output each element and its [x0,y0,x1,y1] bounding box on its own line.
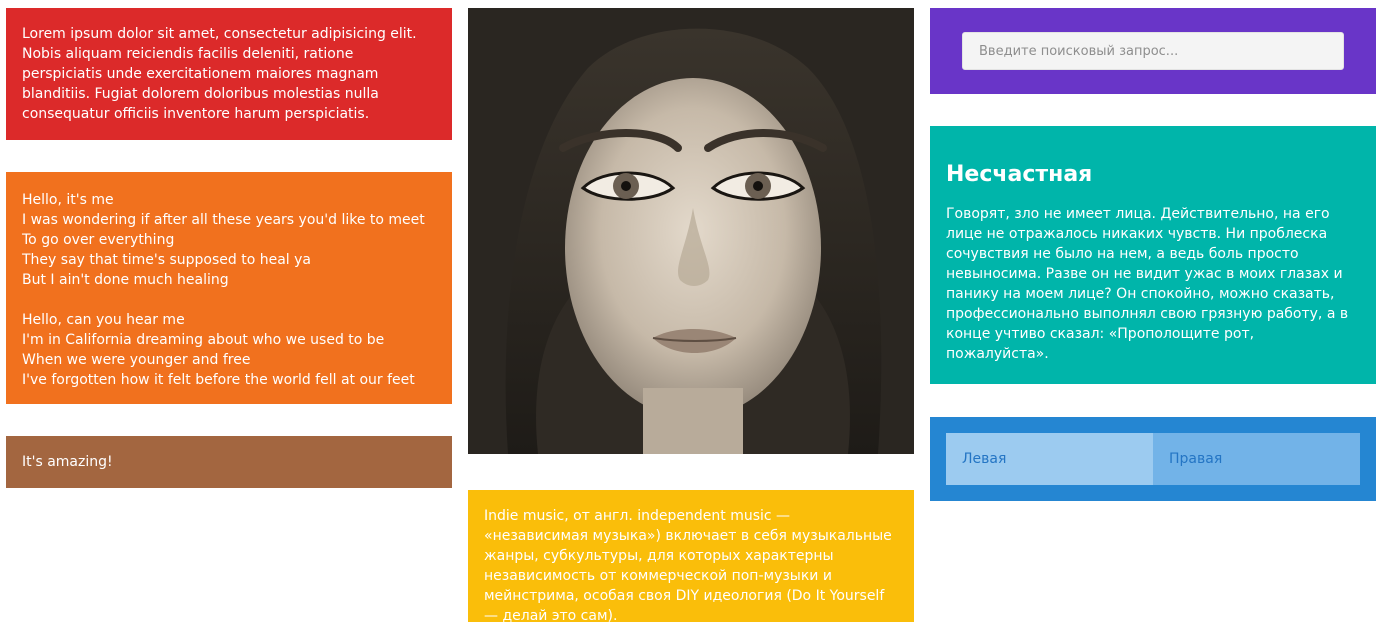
portrait-image [468,8,914,454]
lyrics-line: I've forgotten how it felt before the wo… [22,372,415,388]
lyrics-line: To go over everything [22,232,175,248]
story-card: Несчастная Говорят, зло не имеет лица. Д… [930,126,1376,384]
indie-text: Indie music, от англ. independent music … [484,508,892,624]
portrait-illustration [468,8,914,454]
split-card: Левая Правая [930,417,1376,501]
amazing-text: It's amazing! [22,454,113,470]
lyrics-line: I was wondering if after all these years… [22,212,425,228]
search-input[interactable] [962,32,1344,70]
lorem-text: Lorem ipsum dolor sit amet, consectetur … [22,26,417,122]
amazing-card: It's amazing! [6,436,452,488]
story-text: Говорят, зло не имеет лица. Действительн… [946,206,1349,362]
lyrics-stanza: Hello, can you hear me I'm in California… [22,310,436,390]
split-right-cell[interactable]: Правая [1153,433,1360,485]
search-card [930,8,1376,94]
lorem-card: Lorem ipsum dolor sit amet, consectetur … [6,8,452,140]
lyrics-line: They say that time's supposed to heal ya [22,252,312,268]
split-row: Левая Правая [946,433,1360,485]
lyrics-card: Hello, it's me I was wondering if after … [6,172,452,404]
lyrics-stanza: Hello, it's me I was wondering if after … [22,190,436,290]
lyrics-line: I'm in California dreaming about who we … [22,332,385,348]
story-title: Несчастная [946,162,1093,187]
lyrics-line: Hello, can you hear me [22,312,185,328]
split-left-cell[interactable]: Левая [946,433,1153,485]
lyrics-line: But I ain't done much healing [22,272,229,288]
lyrics-line: Hello, it's me [22,192,114,208]
indie-card: Indie music, от англ. independent music … [468,490,914,624]
lyrics-line: When we were younger and free [22,352,251,368]
